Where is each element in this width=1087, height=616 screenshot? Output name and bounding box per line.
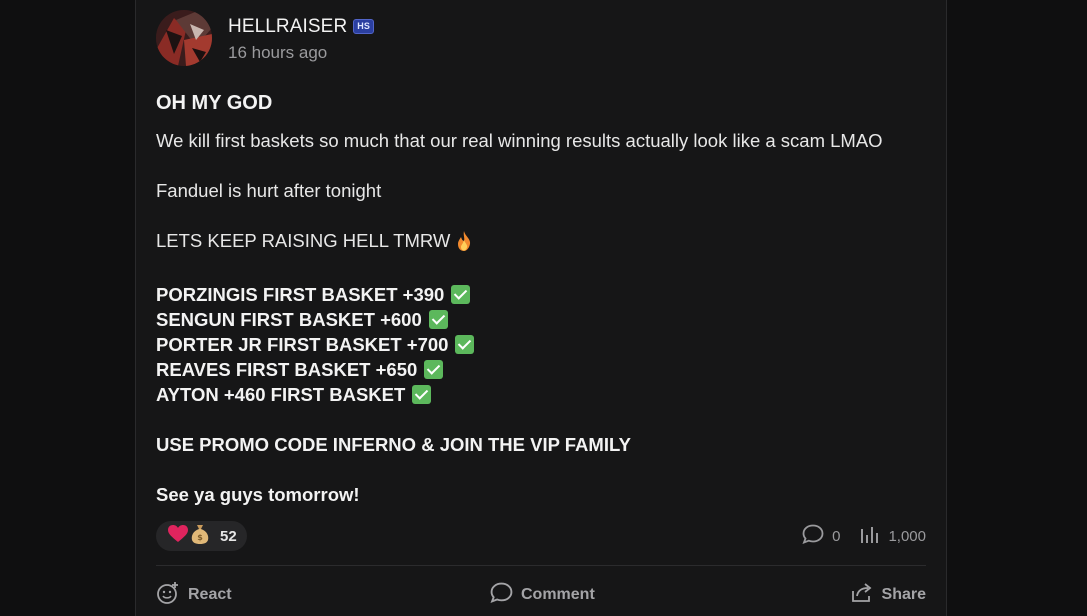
share-icon: [851, 582, 874, 608]
signoff-text: See ya guys tomorrow!: [156, 484, 360, 505]
post-paragraph: We kill first baskets so much that our r…: [156, 130, 883, 151]
pick-item: AYTON +460 FIRST BASKET: [156, 382, 936, 407]
pick-item: REAVES FIRST BASKET +650: [156, 357, 936, 382]
share-button[interactable]: Share: [851, 578, 926, 612]
view-count: 1,000: [860, 525, 926, 547]
svg-text:$: $: [197, 533, 203, 542]
post-timestamp: 16 hours ago: [228, 43, 328, 62]
divider: [156, 565, 926, 566]
post-actions: React Comment Share: [156, 578, 926, 612]
comment-bubble-icon: [802, 524, 824, 548]
author-name[interactable]: HELLRAISER HS: [228, 16, 374, 38]
post-paragraph: Fanduel is hurt after tonight: [156, 180, 382, 201]
comment-count[interactable]: 0: [802, 524, 840, 548]
heart-icon: [168, 524, 188, 548]
reaction-count: 52: [220, 527, 237, 545]
check-mark-icon: [428, 310, 448, 329]
author-badge: HS: [353, 19, 374, 34]
check-mark-icon: [455, 335, 475, 354]
post-body: OH MY GOD We kill first baskets so much …: [156, 90, 936, 507]
bar-chart-icon: [860, 525, 880, 547]
promo-text: USE PROMO CODE INFERNO & JOIN THE VIP FA…: [156, 434, 631, 455]
post-title: OH MY GOD: [156, 92, 273, 114]
reactions-summary[interactable]: $ 52: [156, 521, 247, 551]
pick-item: PORTER JR FIRST BASKET +700: [156, 332, 936, 357]
check-mark-icon: [424, 360, 444, 379]
add-reaction-icon: [156, 581, 180, 610]
post-stats: 0 1,000: [782, 524, 926, 548]
pick-item: PORZINGIS FIRST BASKET +390: [156, 282, 936, 307]
react-button[interactable]: React: [156, 578, 232, 612]
post-paragraph: LETS KEEP RAISING HELL TMRW: [156, 228, 936, 257]
avatar-image: [156, 10, 212, 66]
check-mark-icon: [451, 285, 471, 304]
comment-icon: [490, 582, 513, 608]
comment-button[interactable]: Comment: [490, 578, 595, 612]
money-bag-icon: $: [190, 524, 210, 549]
avatar[interactable]: [156, 10, 212, 66]
post-card: HELLRAISER HS 16 hours ago OH MY GOD We k…: [135, 0, 947, 616]
pick-item: SENGUN FIRST BASKET +600: [156, 307, 936, 332]
fire-icon: [456, 231, 472, 257]
check-mark-icon: [412, 385, 432, 404]
